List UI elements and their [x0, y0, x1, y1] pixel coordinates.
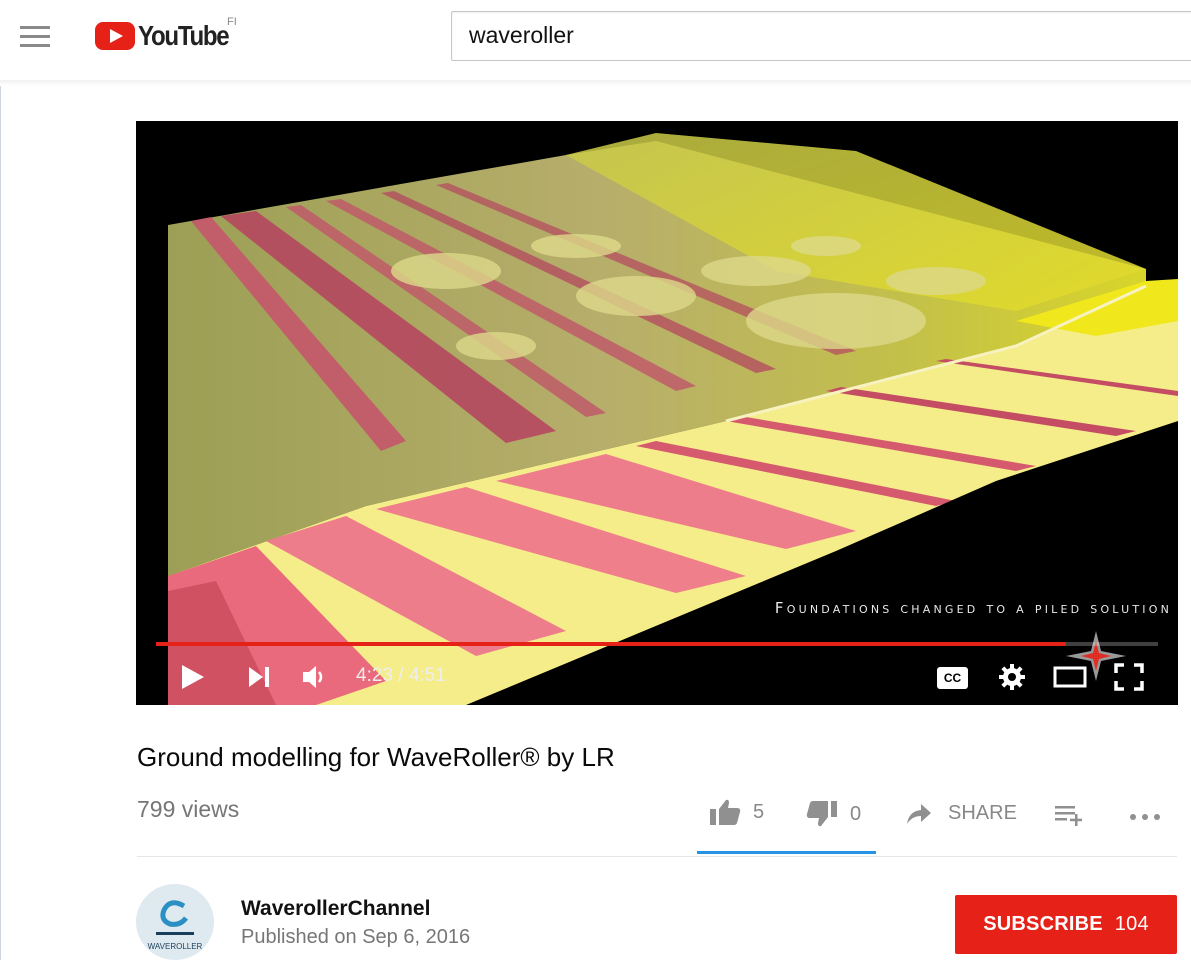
- theater-icon[interactable]: [1053, 665, 1087, 689]
- youtube-play-logo-icon: [95, 22, 135, 50]
- fullscreen-icon[interactable]: [1114, 663, 1144, 691]
- logo-text: YouTube: [138, 20, 230, 51]
- progress-bar[interactable]: [156, 642, 1158, 646]
- player-controls: 4:23 / 4:51 CC: [136, 651, 1178, 701]
- country-code: FI: [227, 16, 237, 28]
- publish-date: Published on Sep 6, 2016: [241, 926, 471, 948]
- add-to-playlist-icon[interactable]: [1055, 804, 1085, 826]
- masthead: YouTube FI: [0, 0, 1191, 82]
- subscribe-label: SUBSCRIBE: [983, 913, 1103, 935]
- waveroller-logo-icon: WAVEROLLER: [148, 900, 203, 951]
- thumbs-up-icon: [710, 799, 741, 825]
- view-count: 799 views: [137, 796, 240, 822]
- thumbs-down-icon: [806, 801, 837, 827]
- video-title: Ground modelling for WaveRoller® by LR: [137, 742, 615, 772]
- hamburger-icon[interactable]: [20, 26, 50, 48]
- dislike-button[interactable]: 0: [806, 800, 861, 828]
- avatar-text: WAVEROLLER: [148, 942, 203, 951]
- masthead-shadow: [0, 80, 1191, 86]
- video-player[interactable]: Foundations changed to a piled solution …: [136, 121, 1178, 705]
- gear-icon[interactable]: [998, 663, 1026, 691]
- cc-icon[interactable]: CC: [937, 667, 968, 689]
- time-display: 4:23 / 4:51: [356, 665, 446, 686]
- like-button[interactable]: 5: [709, 798, 764, 826]
- video-caption-text: Foundations changed to a piled solution: [774, 599, 1172, 617]
- search-box[interactable]: [451, 11, 1191, 61]
- next-icon[interactable]: [247, 665, 271, 689]
- avatar[interactable]: WAVEROLLER: [136, 884, 214, 960]
- volume-icon[interactable]: [301, 663, 329, 691]
- dislike-count: 0: [850, 802, 862, 825]
- share-button[interactable]: SHARE: [906, 802, 1017, 825]
- video-frame-terrain: [168, 133, 1178, 705]
- subscribe-button[interactable]: SUBSCRIBE 104: [955, 895, 1177, 954]
- sentiment-bar: [697, 851, 876, 854]
- share-label: SHARE: [948, 802, 1017, 824]
- channel-name[interactable]: WaverollerChannel: [241, 897, 430, 921]
- search-input[interactable]: [452, 12, 1152, 58]
- more-icon[interactable]: [1128, 812, 1162, 822]
- play-icon[interactable]: [180, 663, 206, 691]
- youtube-logo[interactable]: YouTube: [95, 19, 243, 53]
- share-arrow-icon: [907, 803, 931, 824]
- divider: [137, 856, 1177, 857]
- like-count: 5: [753, 800, 765, 823]
- progress-played: [156, 642, 1066, 646]
- cc-label: CC: [943, 671, 962, 685]
- subscriber-count: 104: [1114, 913, 1149, 935]
